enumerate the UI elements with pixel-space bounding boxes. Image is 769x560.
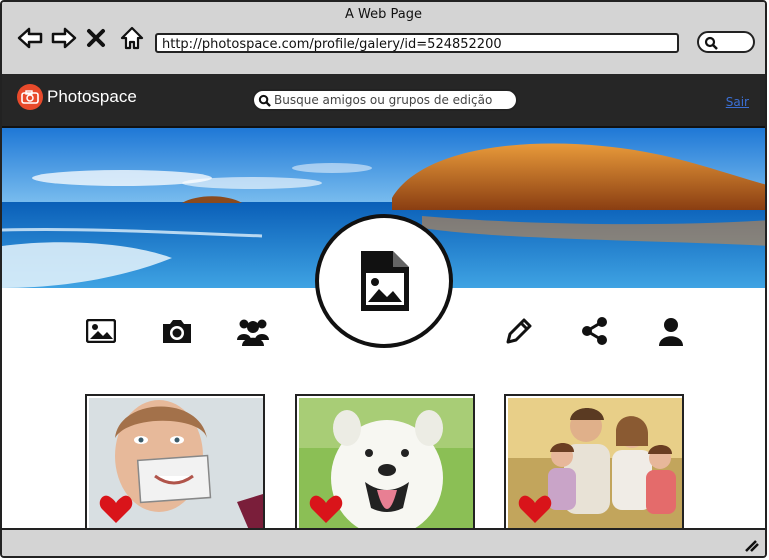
browser-chrome: A Web Page http://photospace.com/profile…: [2, 2, 765, 76]
heart-icon[interactable]: [309, 494, 343, 524]
search-icon: [258, 94, 271, 107]
share-icon[interactable]: [578, 314, 612, 348]
camera-icon[interactable]: [160, 314, 194, 348]
heart-icon[interactable]: [99, 494, 133, 524]
home-icon[interactable]: [118, 24, 146, 52]
browser-status-bar: [2, 528, 765, 556]
gallery-card-1[interactable]: [85, 394, 265, 532]
user-icon[interactable]: [654, 314, 688, 348]
search-icon: [704, 36, 718, 50]
logout-link[interactable]: Sair: [726, 95, 749, 109]
image-icon[interactable]: [84, 314, 118, 348]
back-icon[interactable]: [16, 24, 44, 52]
group-icon[interactable]: [236, 314, 270, 348]
gallery-card-3[interactable]: [504, 394, 684, 532]
image-file-icon: [361, 251, 409, 311]
app-header: Photospace Busque amigos ou grupos de ed…: [2, 74, 765, 128]
browser-window: A Web Page http://photospace.com/profile…: [0, 0, 767, 558]
forward-icon[interactable]: [50, 24, 78, 52]
close-icon[interactable]: [84, 24, 112, 52]
profile-avatar[interactable]: [315, 214, 453, 348]
window-title: A Web Page: [345, 7, 422, 22]
browser-nav: [16, 24, 146, 52]
gallery-card-2[interactable]: [295, 394, 475, 532]
address-bar[interactable]: http://photospace.com/profile/galery/id=…: [155, 33, 679, 53]
app-name: Photospace: [47, 87, 137, 106]
edit-icon[interactable]: [502, 314, 536, 348]
heart-icon[interactable]: [518, 494, 552, 524]
search-placeholder: Busque amigos ou grupos de edição: [274, 93, 493, 107]
friends-search-input[interactable]: Busque amigos ou grupos de edição: [252, 89, 518, 111]
camera-logo-icon: [17, 84, 43, 110]
app-logo[interactable]: Photospace: [17, 84, 137, 110]
browser-search[interactable]: [697, 31, 755, 53]
resize-grip-icon[interactable]: [743, 538, 759, 552]
